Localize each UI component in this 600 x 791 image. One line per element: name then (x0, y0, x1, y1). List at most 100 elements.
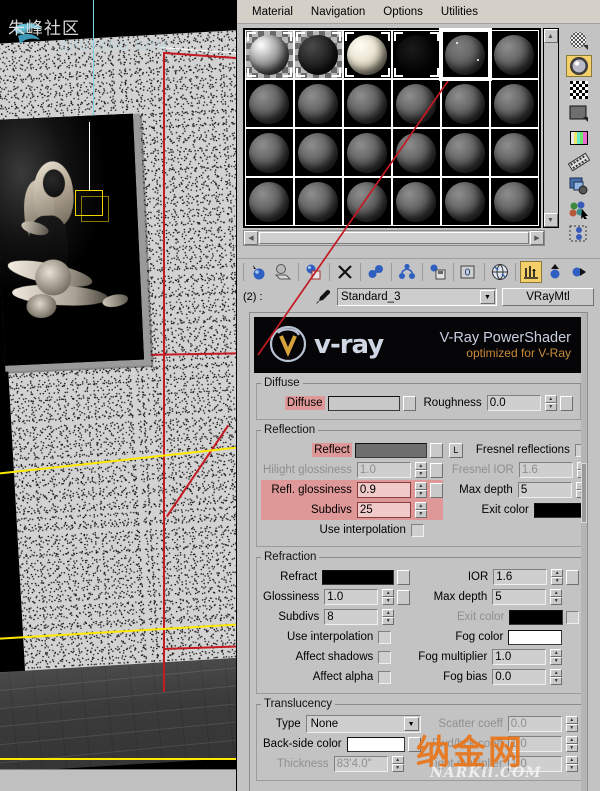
scroll-left-icon[interactable]: ◀ (244, 231, 258, 245)
sample-slot-8[interactable] (293, 79, 343, 128)
sample-slot-20[interactable] (293, 177, 343, 226)
fresnel-ior-input[interactable]: 1.6 (518, 462, 573, 478)
options-icon[interactable] (566, 176, 592, 197)
sample-slot-13[interactable] (245, 128, 294, 177)
scroll-right-icon[interactable]: ▶ (530, 231, 544, 245)
sample-slot-11[interactable] (440, 79, 490, 128)
sample-slot-18[interactable] (489, 128, 539, 177)
go-forward-to-sibling-button[interactable] (568, 261, 590, 283)
sample-slot-6[interactable] (489, 30, 539, 79)
refl-glossiness-map-button[interactable] (429, 482, 443, 498)
ior-map-button[interactable] (566, 569, 580, 585)
material-name-input[interactable]: Standard_3 ▼ (337, 288, 497, 306)
make-material-copy-button[interactable] (365, 261, 387, 283)
ior-input[interactable]: 1.6 (493, 569, 548, 585)
select-by-material-icon[interactable] (566, 200, 592, 221)
sample-slot-7[interactable] (245, 79, 294, 128)
background-checker-icon[interactable] (566, 80, 592, 101)
rollout-scroll-thumb[interactable] (581, 463, 587, 523)
material-effects-channel-button[interactable]: 0 (458, 261, 480, 283)
sample-slot-14[interactable] (293, 128, 343, 177)
show-end-result-button[interactable] (520, 260, 542, 283)
roughness-spinner[interactable]: ▲ ▼ (544, 395, 557, 411)
refraction-use-interpolation-checkbox[interactable] (378, 630, 392, 644)
sample-slot-16[interactable] (391, 128, 441, 177)
reflection-max-depth-input[interactable]: 5 (517, 482, 572, 498)
material-type-button[interactable]: VRayMtl (502, 288, 594, 306)
put-material-to-scene-button[interactable] (272, 261, 294, 283)
reflection-exit-color-swatch[interactable] (533, 502, 587, 518)
menu-navigation[interactable]: Navigation (302, 4, 374, 20)
diffuse-map-button[interactable] (402, 395, 416, 411)
hscroll-thumb[interactable] (259, 232, 529, 244)
refract-color-swatch[interactable] (322, 569, 395, 585)
rollout-scrollbar[interactable] (581, 313, 587, 791)
back-side-color-swatch[interactable] (346, 736, 405, 752)
thickness-spinner[interactable]: ▲ ▼ (391, 756, 404, 772)
refraction-subdivs-input[interactable]: 8 (324, 609, 379, 625)
translucency-type-select[interactable]: None ▼ (305, 715, 421, 733)
menu-options[interactable]: Options (374, 4, 432, 20)
sample-slot-5[interactable] (438, 28, 492, 81)
sample-slot-1[interactable] (245, 30, 294, 79)
affect-alpha-checkbox[interactable] (378, 670, 392, 684)
sample-slot-17[interactable] (440, 128, 490, 177)
sample-slot-15[interactable] (342, 128, 392, 177)
refl-glossiness-spinner[interactable]: ▲ ▼ (414, 482, 427, 498)
slots-horizontal-scrollbar[interactable]: ◀ ▶ (243, 230, 545, 246)
sample-slot-12[interactable] (489, 79, 539, 128)
reset-map-button[interactable] (334, 261, 356, 283)
assign-material-to-selection-button[interactable] (303, 261, 325, 283)
reflection-use-interpolation-checkbox[interactable] (410, 523, 424, 537)
fog-bias-input[interactable]: 0.0 (492, 669, 547, 685)
hilight-glossiness-spinner[interactable]: ▲ ▼ (414, 462, 427, 478)
hilight-glossiness-input[interactable]: 1.0 (356, 462, 411, 478)
hilight-glossiness-map-button[interactable] (429, 462, 443, 478)
sample-slot-2[interactable] (293, 30, 343, 79)
sample-uv-tiling-icon[interactable] (566, 104, 592, 125)
refraction-glossiness-input[interactable]: 1.0 (324, 589, 379, 605)
menu-utilities[interactable]: Utilities (432, 4, 487, 20)
sample-slot-21[interactable] (342, 177, 392, 226)
make-unique-button[interactable] (396, 261, 418, 283)
sample-slot-3[interactable] (342, 30, 392, 79)
diffuse-color-swatch[interactable] (327, 395, 400, 411)
affect-shadows-checkbox[interactable] (378, 650, 392, 664)
video-color-check-icon[interactable] (566, 127, 592, 148)
fog-multiplier-input[interactable]: 1.0 (492, 649, 547, 665)
reflection-subdivs-spinner[interactable]: ▲ ▼ (414, 502, 427, 518)
slots-vertical-scrollbar[interactable]: ▲ ▼ (542, 28, 559, 228)
sample-slot-22[interactable] (391, 177, 441, 226)
viewport-3d[interactable]: 朱峰社区 ZHUFENG.COM (0, 0, 236, 791)
reflection-subdivs-input[interactable]: 25 (356, 502, 411, 518)
refraction-max-depth-spinner[interactable]: ▲ ▼ (550, 589, 563, 605)
refraction-max-depth-input[interactable]: 5 (492, 589, 547, 605)
fog-color-swatch[interactable] (508, 629, 563, 645)
sample-slot-9[interactable] (342, 79, 392, 128)
sample-slot-19[interactable] (245, 177, 294, 226)
show-map-in-viewport-button[interactable] (489, 261, 511, 283)
backlight-icon[interactable] (566, 55, 593, 77)
sample-slot-24[interactable] (489, 177, 539, 226)
material-id-channel-icon[interactable] (566, 223, 592, 244)
ior-spinner[interactable]: ▲ ▼ (551, 569, 564, 585)
refraction-subdivs-spinner[interactable]: ▲ ▼ (382, 609, 395, 625)
sample-slot-grid[interactable] (243, 28, 541, 228)
roughness-map-button[interactable] (559, 395, 573, 411)
scroll-up-icon[interactable]: ▲ (543, 29, 558, 43)
sample-type-icon[interactable] (566, 30, 592, 52)
fog-bias-spinner[interactable]: ▲ ▼ (550, 669, 563, 685)
thickness-input[interactable]: 83'4.0" (333, 756, 388, 772)
refraction-glossiness-spinner[interactable]: ▲ ▼ (382, 589, 395, 605)
roughness-input[interactable]: 0.0 (486, 395, 541, 411)
refraction-glossiness-map-button[interactable] (397, 589, 411, 605)
sample-slot-4[interactable] (391, 30, 441, 79)
light-gizmo-selected[interactable] (75, 190, 103, 216)
refract-map-button[interactable] (397, 569, 411, 585)
poster-object[interactable] (0, 113, 152, 372)
put-to-library-button[interactable] (427, 261, 449, 283)
hilight-lock-button[interactable]: L (448, 442, 463, 458)
get-material-button[interactable] (248, 261, 270, 283)
reflect-color-swatch[interactable] (354, 442, 427, 458)
scroll-down-icon[interactable]: ▼ (543, 213, 558, 227)
